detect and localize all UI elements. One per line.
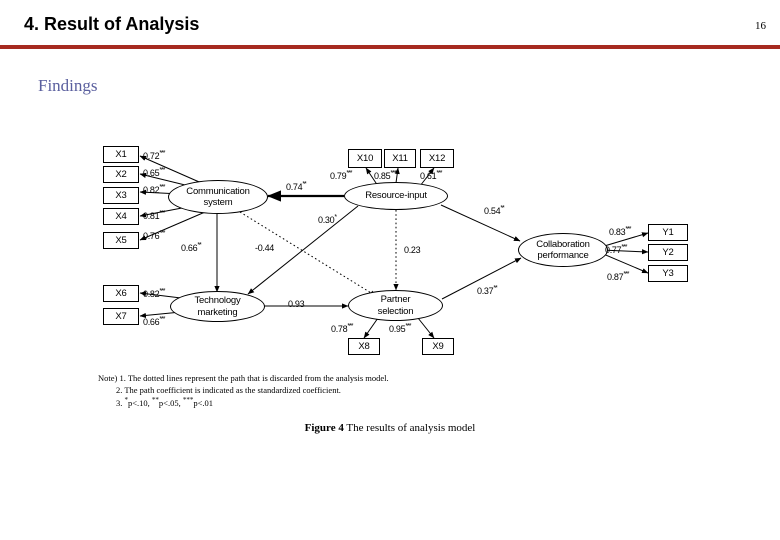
coef-cs-tm: 0.66** xyxy=(181,242,202,253)
latent-label-collaboration-performance: Collaboration performance xyxy=(536,238,590,261)
obs-label-y2: Y2 xyxy=(662,247,674,258)
latent-label-communication-system: Communication system xyxy=(186,185,250,208)
figure-caption-label: Figure 4 xyxy=(304,422,344,434)
obs-label-y3: Y3 xyxy=(662,268,674,279)
coef-cp-y1: 0.83*** xyxy=(609,226,632,237)
obs-label-x1: X1 xyxy=(115,149,127,160)
obs-box-x10[interactable]: X10 xyxy=(348,149,382,168)
figure-caption-text: The results of analysis model xyxy=(343,422,476,434)
coef-ri-ps: 0.23 xyxy=(404,245,421,255)
obs-label-x4: X4 xyxy=(115,211,127,222)
obs-box-y2[interactable]: Y2 xyxy=(648,244,688,261)
obs-label-x11: X11 xyxy=(392,153,408,164)
obs-box-x12[interactable]: X12 xyxy=(420,149,454,168)
latent-partner-selection[interactable]: Partner selection xyxy=(348,290,443,321)
path-ps-x8 xyxy=(363,317,379,339)
obs-label-x8: X8 xyxy=(358,341,370,352)
latent-collaboration-performance[interactable]: Collaboration performance xyxy=(518,233,608,267)
latent-technology-marketing[interactable]: Technology marketing xyxy=(170,291,265,322)
obs-box-x8[interactable]: X8 xyxy=(348,338,380,355)
coef-cp-y2: 0.77*** xyxy=(605,244,628,255)
obs-box-x11[interactable]: X11 xyxy=(384,149,416,168)
figure-notes: Note) 1. The dotted lines represent the … xyxy=(98,372,389,409)
coef-cp-y3: 0.87*** xyxy=(607,271,630,282)
path-ri-cp xyxy=(440,204,521,242)
obs-box-x1[interactable]: X1 xyxy=(103,146,139,163)
obs-box-y1[interactable]: Y1 xyxy=(648,224,688,241)
page-title: 4. Result of Analysis xyxy=(24,14,200,34)
coef-cs-x3: 0.82*** xyxy=(143,184,166,195)
path-ri-x11 xyxy=(394,167,400,184)
title-divider xyxy=(0,45,780,49)
page-number: 16 xyxy=(755,20,766,32)
latent-communication-system[interactable]: Communication system xyxy=(168,180,268,214)
coef-tm-x7: 0.66*** xyxy=(143,316,166,327)
obs-box-x7[interactable]: X7 xyxy=(103,308,139,325)
obs-label-x2: X2 xyxy=(115,169,127,180)
coef-ri-cp: 0.54** xyxy=(484,205,505,216)
coef-ri-cs: 0.74** xyxy=(286,181,307,192)
coef-cs-ps: -0.44 xyxy=(255,243,275,253)
coef-ps-cp: 0.37** xyxy=(477,285,498,296)
coef-ps-x8: 0.78*** xyxy=(331,323,354,334)
note-line-1: Note) 1. The dotted lines represent the … xyxy=(98,373,389,383)
coef-cs-x1: 0.72*** xyxy=(143,150,166,161)
path-cp-y3 xyxy=(600,252,649,274)
coef-ps-x9: 0.95*** xyxy=(389,323,412,334)
coef-ri-x11: 0.85*** xyxy=(374,170,397,181)
obs-box-x9[interactable]: X9 xyxy=(422,338,454,355)
coef-ri-x12: 0.61*** xyxy=(420,170,443,181)
obs-label-x3: X3 xyxy=(115,190,127,201)
figure-caption: Figure 4 The results of analysis model xyxy=(0,422,780,434)
obs-label-x5: X5 xyxy=(115,235,127,246)
coef-tm-x6: 0.82*** xyxy=(143,288,166,299)
coef-cs-x4: 0.81*** xyxy=(143,210,166,221)
obs-label-y1: Y1 xyxy=(662,227,674,238)
obs-label-x7: X7 xyxy=(115,311,127,322)
obs-box-x3[interactable]: X3 xyxy=(103,187,139,204)
note-line-3: 3. *p<.10, **p<.05, ***p<.01 xyxy=(116,396,214,408)
coef-cs-x5: 0.76*** xyxy=(143,230,166,241)
obs-box-y3[interactable]: Y3 xyxy=(648,265,688,282)
coef-ri-x10: 0.79*** xyxy=(330,170,353,181)
note-line-2: 2. The path coefficient is indicated as … xyxy=(116,385,341,396)
latent-label-partner-selection: Partner selection xyxy=(377,294,414,317)
obs-label-x6: X6 xyxy=(115,288,127,299)
obs-box-x5[interactable]: X5 xyxy=(103,232,139,249)
path-ps-x9 xyxy=(417,317,435,339)
obs-label-x9: X9 xyxy=(432,341,444,352)
path-cs-ps-discarded xyxy=(239,211,377,297)
obs-label-x12: X12 xyxy=(428,153,446,164)
latent-label-technology-marketing: Technology marketing xyxy=(194,295,241,318)
coef-cs-x2: 0.65*** xyxy=(143,167,166,178)
coef-ri-tm: 0.30* xyxy=(318,214,337,225)
obs-label-x10: X10 xyxy=(356,153,374,164)
obs-box-x4[interactable]: X4 xyxy=(103,208,139,225)
coef-tm-ps: 0.93 xyxy=(288,299,305,309)
obs-box-x2[interactable]: X2 xyxy=(103,166,139,183)
latent-label-resource-input: Resource-input xyxy=(365,190,427,202)
obs-box-x6[interactable]: X6 xyxy=(103,285,139,302)
latent-resource-input[interactable]: Resource-input xyxy=(344,182,448,210)
section-heading: Findings xyxy=(38,76,98,95)
